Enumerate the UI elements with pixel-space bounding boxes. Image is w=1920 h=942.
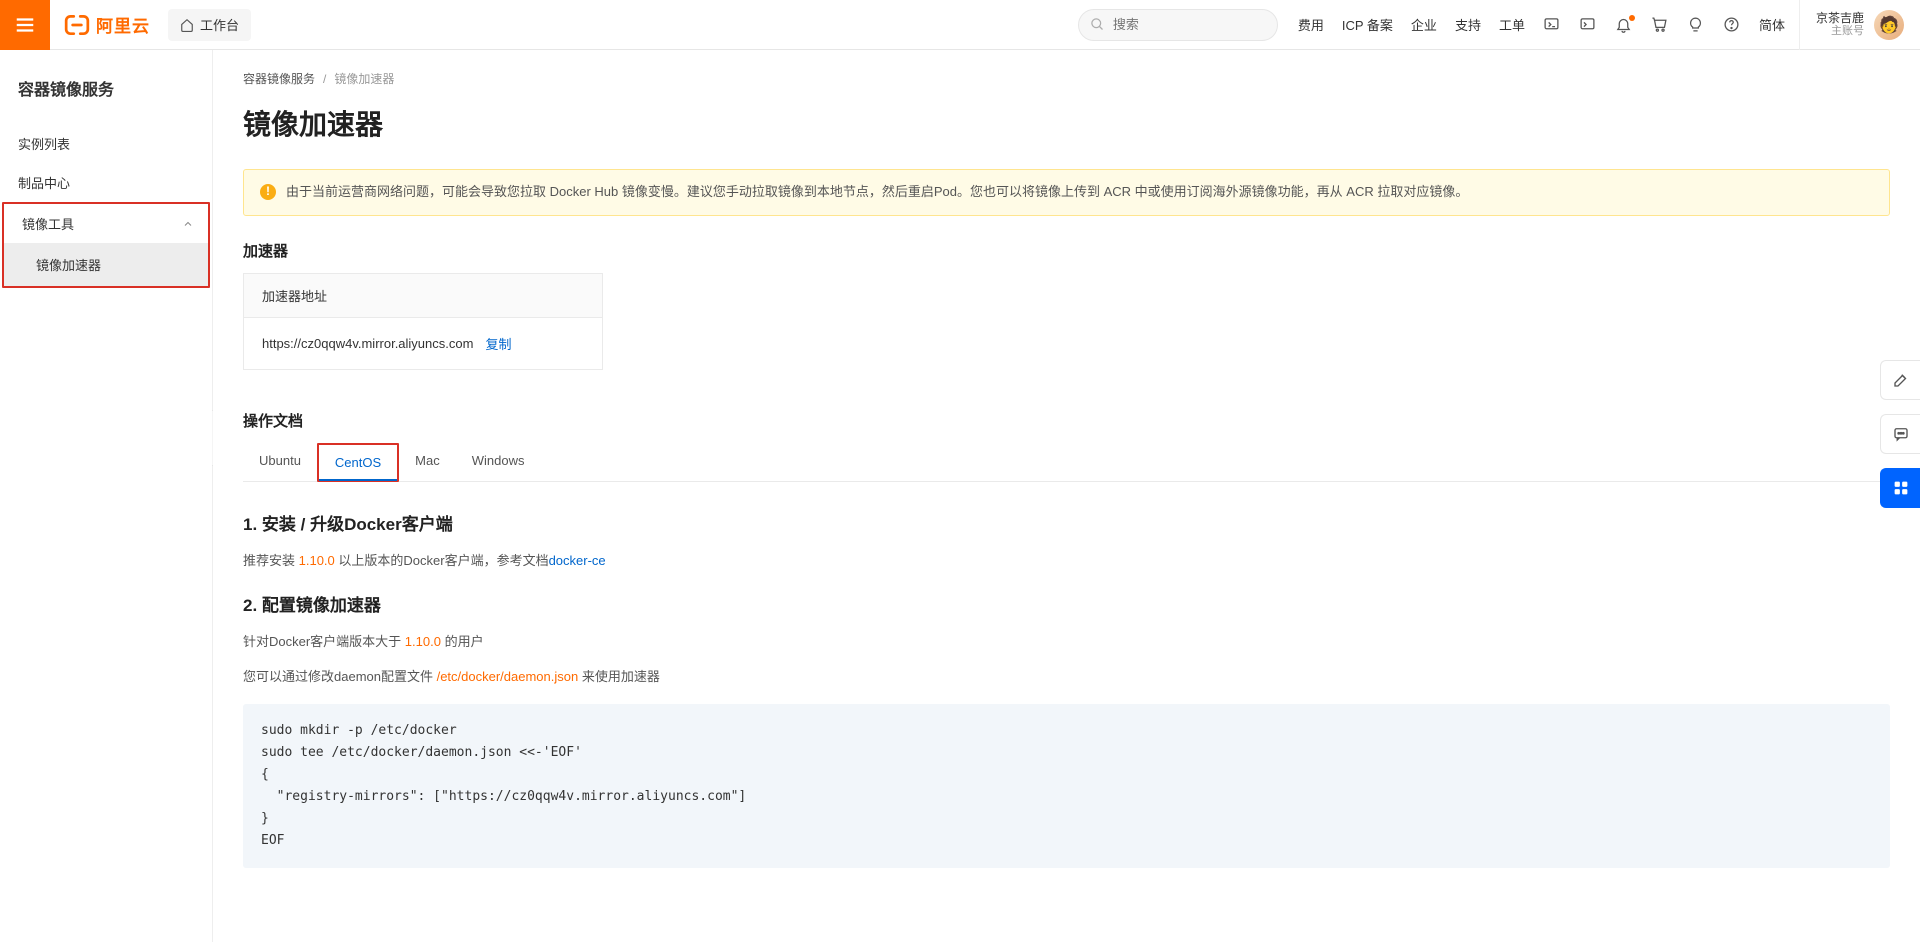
doc-version-2: 1.10.0 [405, 634, 441, 649]
link-support[interactable]: 支持 [1455, 15, 1481, 34]
accelerator-address-value: https://cz0qqw4v.mirror.aliyuncs.com [262, 336, 473, 351]
warning-alert: ! 由于当前运营商网络问题，可能会导致您拉取 Docker Hub 镜像变慢。建… [243, 169, 1890, 216]
topbar: 阿里云 工作台 费用 ICP 备案 企业 支持 工单 简体 [0, 0, 1920, 50]
doc-para-config1: 针对Docker客户端版本大于 1.10.0 的用户 [243, 630, 1890, 655]
cloudshell-icon [1543, 16, 1560, 33]
doc-heading-config: 2. 配置镜像加速器 [243, 591, 1890, 616]
doc-para-install: 推荐安装 1.10.0 以上版本的Docker客户端，参考文档docker-ce [243, 549, 1890, 574]
brand-text: 阿里云 [96, 12, 150, 37]
breadcrumb-root[interactable]: 容器镜像服务 [243, 70, 315, 87]
sidebar: 容器镜像服务 实例列表 制品中心 镜像工具 镜像加速器 [0, 50, 213, 942]
sidebar-item-instances[interactable]: 实例列表 [0, 124, 212, 163]
doc-body: 1. 安装 / 升级Docker客户端 推荐安装 1.10.0 以上版本的Doc… [243, 510, 1890, 869]
sidebar-item-mirror-accelerator[interactable]: 镜像加速器 [4, 243, 208, 286]
link-docker-ce[interactable]: docker-ce [549, 553, 606, 568]
tab-windows[interactable]: Windows [456, 443, 541, 481]
edit-tool-button[interactable] [1880, 360, 1920, 400]
help-icon-button[interactable] [1723, 16, 1741, 34]
chevron-up-icon [182, 218, 194, 230]
main-content: 容器镜像服务 / 镜像加速器 镜像加速器 ! 由于当前运营商网络问题，可能会导致… [213, 50, 1920, 942]
doc-heading-install: 1. 安装 / 升级Docker客户端 [243, 510, 1890, 535]
breadcrumb-current: 镜像加速器 [334, 70, 394, 87]
sidebar-title: 容器镜像服务 [0, 50, 212, 124]
workbench-button[interactable]: 工作台 [168, 9, 251, 41]
breadcrumb-sep: / [323, 72, 326, 86]
code-block[interactable]: sudo mkdir -p /etc/docker sudo tee /etc/… [243, 704, 1890, 869]
warning-text: 由于当前运营商网络问题，可能会导致您拉取 Docker Hub 镜像变慢。建议您… [286, 182, 1468, 203]
link-language[interactable]: 简体 [1759, 15, 1785, 34]
copy-button[interactable]: 复制 [485, 334, 511, 353]
section-docs: 操作文档 [243, 410, 1890, 431]
aliyun-bracket-icon [64, 12, 90, 38]
brand-logo[interactable]: 阿里云 [50, 12, 164, 38]
doc-daemon-path: /etc/docker/daemon.json [437, 669, 579, 684]
account-role: 主账号 [1831, 25, 1864, 38]
section-accelerator: 加速器 [243, 240, 1890, 261]
bell-icon [1615, 16, 1632, 33]
breadcrumb: 容器镜像服务 / 镜像加速器 [243, 70, 1890, 87]
cart-icon-button[interactable] [1651, 16, 1669, 34]
link-ticket[interactable]: 工单 [1499, 15, 1525, 34]
global-search [1078, 9, 1278, 41]
chat-icon [1892, 425, 1910, 443]
warning-icon: ! [260, 184, 276, 200]
sidebar-group-tools[interactable]: 镜像工具 [4, 204, 208, 243]
menu-toggle-button[interactable] [0, 0, 50, 50]
home-icon [180, 18, 194, 32]
pencil-icon [1892, 371, 1910, 389]
terminal-icon-button[interactable] [1579, 16, 1597, 34]
accelerator-address-box: 加速器地址 https://cz0qqw4v.mirror.aliyuncs.c… [243, 273, 603, 370]
cart-icon [1651, 16, 1668, 33]
tab-mac[interactable]: Mac [399, 443, 456, 481]
highlight-box-sidebar: 镜像工具 镜像加速器 [2, 202, 210, 288]
apps-icon [1892, 479, 1910, 497]
idea-icon-button[interactable] [1687, 16, 1705, 34]
lightbulb-icon [1687, 16, 1704, 33]
doc-version-1: 1.10.0 [299, 553, 335, 568]
os-tabs: Ubuntu CentOS Mac Windows [243, 443, 1890, 482]
link-enterprise[interactable]: 企业 [1411, 15, 1437, 34]
accelerator-address-label: 加速器地址 [244, 274, 602, 318]
terminal-icon [1579, 16, 1596, 33]
apps-tool-button[interactable] [1880, 468, 1920, 508]
link-icp[interactable]: ICP 备案 [1342, 15, 1393, 34]
account-menu[interactable]: 京茶吉鹿 主账号 🧑 [1799, 0, 1920, 50]
hamburger-icon [14, 14, 36, 36]
page-title: 镜像加速器 [243, 103, 1890, 143]
sidebar-item-products[interactable]: 制品中心 [0, 163, 212, 202]
tab-ubuntu[interactable]: Ubuntu [243, 443, 317, 481]
link-fee[interactable]: 费用 [1298, 15, 1324, 34]
top-links: 费用 ICP 备案 企业 支持 工单 简体 [1298, 15, 1799, 34]
tab-centos[interactable]: CentOS [317, 443, 399, 482]
chat-tool-button[interactable] [1880, 414, 1920, 454]
cloudshell-icon-button[interactable] [1543, 16, 1561, 34]
avatar: 🧑 [1874, 10, 1904, 40]
help-icon [1723, 16, 1740, 33]
notifications-icon-button[interactable] [1615, 16, 1633, 34]
search-input[interactable] [1078, 9, 1278, 41]
search-icon [1090, 17, 1105, 32]
floating-tools [1880, 360, 1920, 508]
sidebar-group-tools-label: 镜像工具 [22, 214, 74, 233]
workbench-label: 工作台 [200, 15, 239, 34]
doc-para-config2: 您可以通过修改daemon配置文件 /etc/docker/daemon.jso… [243, 665, 1890, 690]
account-name: 京茶吉鹿 [1816, 11, 1864, 25]
account-names: 京茶吉鹿 主账号 [1816, 11, 1864, 39]
